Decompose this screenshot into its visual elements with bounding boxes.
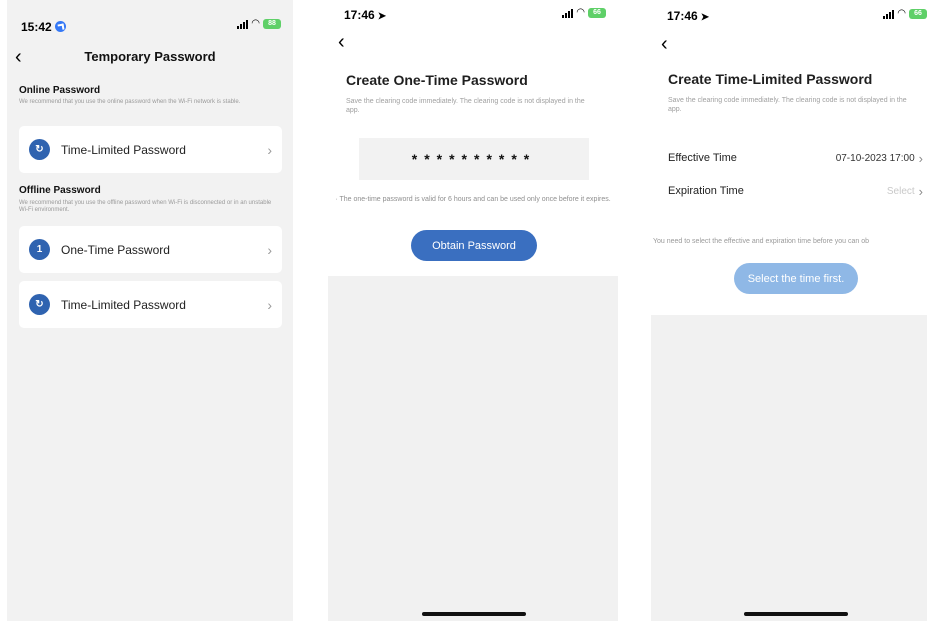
online-time-limited-password-item[interactable]: ↻ Time-Limited Password › (19, 126, 282, 173)
clearing-code-desc: Save the clearing code immediately. The … (346, 98, 585, 114)
status-time: 15:42 (21, 20, 52, 34)
temporary-password-screen: 15:42 ◠ 88 ‹ Temporary Password Online P… (7, 0, 293, 621)
status-indicators: ◠ 88 (237, 19, 281, 29)
status-bar: 17:46 ➤ ◠ 66 (651, 0, 927, 30)
battery-icon: 88 (263, 19, 281, 29)
signal-icon (883, 9, 895, 19)
status-bar: 17:46 ➤ ◠ 66 (328, 0, 618, 30)
status-indicators: ◠ 66 (883, 9, 927, 19)
battery-icon: 66 (588, 8, 606, 18)
chevron-right-icon: › (267, 241, 272, 258)
effective-time-label: Effective Time (668, 152, 737, 164)
password-display: ********** (359, 138, 589, 180)
wifi-icon: ◠ (897, 8, 906, 19)
signal-icon (562, 8, 574, 18)
select-time-button[interactable]: Select the time first. (734, 263, 858, 294)
chevron-right-icon: › (918, 150, 923, 166)
offline-section-title: Offline Password (19, 185, 101, 196)
time-limited-password-screen: 17:46 ➤ ◠ 66 ‹ Create Time-Limited Passwo… (651, 0, 927, 621)
page-title: Create One-Time Password (346, 72, 528, 88)
online-section-desc: We recommend that you use the online pas… (19, 99, 241, 105)
location-arrow-icon: ➤ (700, 12, 710, 23)
online-section-title: Online Password (19, 85, 101, 96)
wifi-icon: ◠ (576, 7, 585, 18)
offline-one-time-password-item[interactable]: 1 One-Time Password › (19, 226, 282, 273)
status-time-wrap: 17:46 ➤ (344, 8, 386, 22)
select-time-note: You need to select the effective and exp… (653, 238, 869, 245)
expiration-time-row[interactable]: Expiration Time Select › (668, 181, 927, 201)
refresh-icon: ↻ (29, 294, 50, 315)
expiration-time-value: Select (886, 185, 915, 197)
list-item-label: Time-Limited Password (61, 142, 186, 157)
chevron-right-icon: › (267, 141, 272, 158)
obtain-password-button[interactable]: Obtain Password (411, 230, 537, 261)
status-bar: 15:42 ◠ 88 (7, 0, 293, 34)
home-indicator (422, 612, 526, 616)
one-time-password-screen: 17:46 ➤ ◠ 66 ‹ Create One-Time Password S… (328, 0, 618, 621)
status-time: 17:46 (667, 9, 698, 23)
empty-area (328, 276, 618, 621)
refresh-icon: ↻ (29, 139, 50, 160)
wifi-icon: ◠ (251, 18, 260, 29)
location-arrow-icon: ➤ (377, 11, 387, 22)
page-title: Create Time-Limited Password (668, 71, 873, 87)
list-item-label: One-Time Password (61, 242, 170, 257)
expiration-time-label: Expiration Time (668, 185, 744, 197)
effective-time-row[interactable]: Effective Time 07-10-2023 17:00 › (668, 148, 927, 168)
chevron-right-icon: › (918, 183, 923, 199)
validity-note: · The one-time password is valid for 6 h… (335, 196, 611, 203)
home-indicator (744, 612, 848, 616)
status-time-wrap: 17:46 ➤ (667, 9, 709, 23)
offline-time-limited-password-item[interactable]: ↻ Time-Limited Password › (19, 281, 282, 328)
chevron-right-icon: › (267, 296, 272, 313)
location-icon (54, 21, 66, 32)
status-time-wrap: 15:42 (21, 20, 66, 34)
signal-icon (237, 19, 249, 29)
status-indicators: ◠ 66 (562, 8, 606, 18)
empty-area (651, 315, 927, 621)
page-title: Temporary Password (84, 49, 216, 64)
list-item-label: Time-Limited Password (61, 297, 186, 312)
number-one-icon: 1 (29, 239, 50, 260)
back-button[interactable]: ‹ (338, 32, 345, 52)
effective-time-value: 07-10-2023 17:00 (835, 152, 915, 164)
offline-section-desc: We recommend that you use the offline pa… (19, 200, 272, 213)
battery-icon: 66 (909, 9, 927, 19)
back-button[interactable]: ‹ (661, 34, 668, 54)
status-time: 17:46 (344, 8, 375, 22)
chevron-left-icon: ‹ (661, 33, 668, 55)
clearing-code-desc: Save the clearing code immediately. The … (668, 97, 907, 113)
chevron-left-icon: ‹ (338, 31, 345, 53)
